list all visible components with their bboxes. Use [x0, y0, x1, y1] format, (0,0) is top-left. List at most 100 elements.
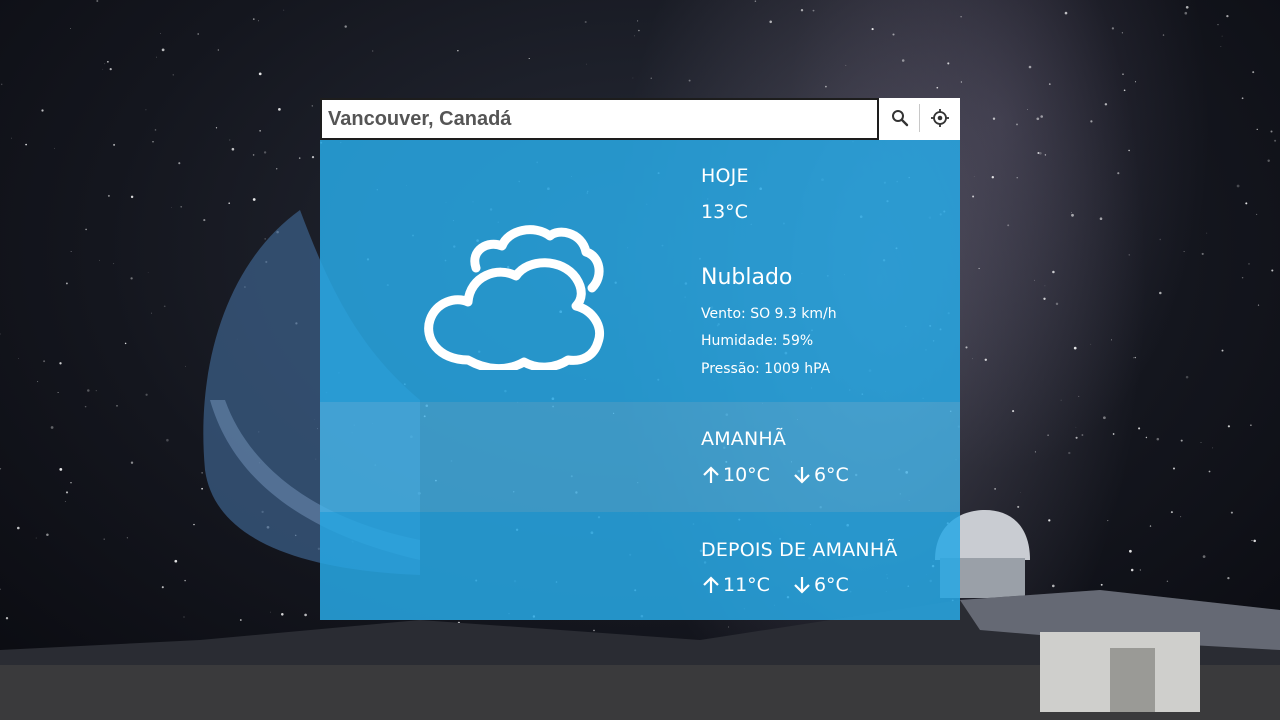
star	[163, 305, 166, 308]
star	[215, 127, 218, 129]
star	[965, 346, 968, 349]
star	[147, 272, 149, 273]
star	[1185, 375, 1189, 379]
search-button[interactable]	[880, 98, 920, 138]
star	[1020, 491, 1021, 493]
star	[1256, 213, 1258, 215]
star	[1149, 525, 1152, 527]
star	[1090, 120, 1093, 123]
star	[1060, 399, 1062, 401]
star	[252, 154, 255, 156]
star	[1034, 279, 1035, 281]
star	[201, 472, 203, 474]
star	[1099, 217, 1103, 220]
star	[107, 194, 110, 197]
star	[160, 33, 161, 34]
star	[1274, 139, 1277, 142]
star	[264, 238, 266, 240]
star	[281, 613, 284, 616]
star	[1241, 97, 1244, 100]
arrow-up-icon	[703, 576, 719, 593]
star	[57, 391, 59, 394]
forecast-panel: HOJE 13°C Nublado Vento: SO 9.3 km/h Hum…	[320, 140, 960, 620]
star	[276, 168, 278, 170]
star	[183, 616, 185, 618]
star	[800, 9, 804, 12]
star	[972, 358, 974, 360]
star	[1034, 451, 1036, 453]
star	[1227, 576, 1230, 580]
pressure-info: Pressão: 1009 hPA	[701, 361, 831, 377]
star	[960, 16, 962, 18]
star	[1048, 83, 1051, 85]
star	[1250, 424, 1252, 427]
star	[1043, 297, 1046, 300]
arrow-up-icon	[703, 466, 719, 483]
star	[1172, 467, 1176, 470]
star	[845, 64, 847, 66]
star	[1016, 123, 1018, 126]
star	[184, 579, 186, 582]
star	[25, 143, 27, 146]
star	[65, 282, 68, 285]
star	[1103, 416, 1106, 420]
city-search-input[interactable]	[320, 98, 879, 140]
locate-button[interactable]	[920, 98, 960, 138]
star	[650, 77, 652, 79]
tomorrow-min-temp: 6°C	[813, 464, 849, 486]
star	[1068, 451, 1071, 455]
star	[1117, 172, 1120, 175]
star	[172, 74, 175, 76]
star	[102, 68, 104, 70]
star	[263, 151, 267, 154]
star	[154, 129, 157, 131]
day-after-tomorrow-section: DEPOIS DE AMANHÃ 11°C 6°C	[320, 512, 960, 620]
star	[1206, 232, 1208, 234]
day-after-temperatures: 11°C 6°C	[701, 574, 849, 596]
weather-widget: HOJE 13°C Nublado Vento: SO 9.3 km/h Hum…	[320, 98, 960, 620]
star	[130, 461, 134, 464]
star	[124, 342, 127, 345]
star	[201, 487, 203, 490]
star	[947, 62, 950, 65]
star	[1040, 115, 1043, 118]
star	[229, 139, 231, 141]
star	[278, 108, 281, 111]
star	[1212, 447, 1214, 449]
star	[0, 588, 1, 590]
star	[1217, 24, 1219, 26]
star	[1081, 434, 1084, 436]
star	[174, 559, 178, 563]
star	[1166, 580, 1169, 583]
star	[43, 360, 46, 363]
star	[1044, 285, 1046, 287]
star	[984, 358, 987, 361]
star	[304, 613, 307, 617]
star	[152, 141, 154, 143]
star	[87, 389, 90, 392]
star	[1221, 35, 1223, 37]
star	[161, 48, 165, 52]
star	[1139, 569, 1142, 571]
star	[1100, 583, 1103, 586]
today-condition: Nublado	[701, 265, 793, 290]
arrow-down-icon	[794, 467, 810, 484]
star	[1055, 302, 1059, 306]
star	[70, 251, 72, 252]
star	[936, 86, 939, 89]
star	[812, 9, 815, 12]
star	[107, 61, 109, 63]
star	[825, 85, 827, 88]
star	[64, 500, 66, 503]
star	[638, 29, 640, 32]
star	[688, 79, 691, 82]
star	[53, 147, 56, 149]
star	[1064, 11, 1068, 15]
star	[1202, 555, 1206, 558]
star	[1073, 346, 1077, 350]
star	[1245, 202, 1248, 205]
star	[1208, 470, 1211, 473]
star	[1122, 73, 1124, 75]
star	[180, 205, 183, 208]
locate-icon	[931, 109, 949, 127]
